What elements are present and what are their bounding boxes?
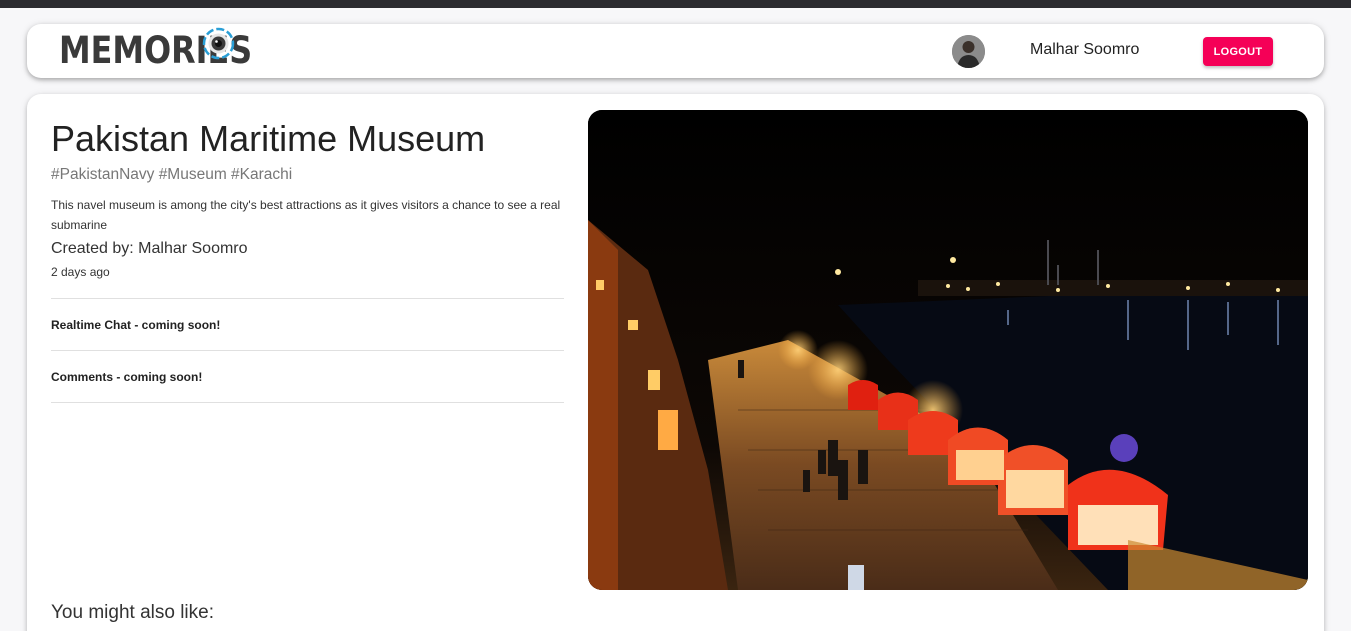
- similar-posts-heading: You might also like:: [51, 602, 215, 623]
- post-description: This navel museum is among the city's be…: [51, 198, 561, 232]
- post-time: 2 days ago: [51, 265, 110, 279]
- logout-button[interactable]: LOGOUT: [1203, 37, 1273, 66]
- window-top-strip: [0, 0, 1351, 8]
- app-bar: MEMORIES Malhar Soomro LOGOUT: [27, 24, 1324, 78]
- post-details-card: Pakistan Maritime Museum #PakistanNavy #…: [27, 94, 1324, 631]
- comments-label: Comments - coming soon!: [51, 370, 203, 384]
- avatar[interactable]: [952, 35, 985, 68]
- post-creator: Created by: Malhar Soomro: [51, 240, 248, 257]
- post-title: Pakistan Maritime Museum: [51, 118, 486, 159]
- realtime-chat-label: Realtime Chat - coming soon!: [51, 318, 221, 332]
- post-image: [588, 110, 1308, 590]
- divider: [51, 350, 564, 351]
- divider: [51, 298, 564, 299]
- camera-lens-icon: [202, 27, 235, 60]
- user-name: Malhar Soomro: [1030, 41, 1140, 58]
- post-tags: #PakistanNavy #Museum #Karachi: [51, 166, 293, 183]
- divider: [51, 402, 564, 403]
